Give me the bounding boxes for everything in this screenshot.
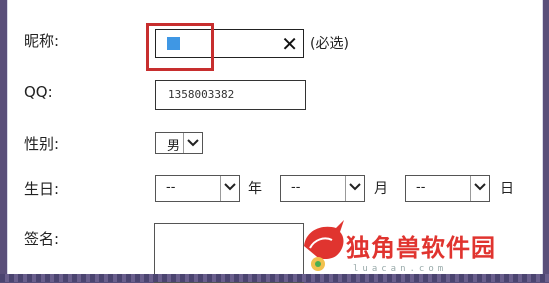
chevron-down-icon [183, 133, 202, 153]
year-select[interactable]: -- [155, 175, 240, 202]
bottom-border [0, 274, 549, 282]
birthday-label: 生日: [24, 180, 60, 198]
month-value: -- [291, 180, 301, 195]
nickname-hint: (必选) [310, 36, 349, 52]
signature-label: 签名: [24, 230, 60, 248]
watermark-title: 独角兽软件园 [346, 234, 496, 262]
unicorn-icon [304, 220, 344, 271]
gender-value: 男 [167, 139, 181, 154]
month-unit: 月 [374, 181, 388, 197]
month-select[interactable]: -- [280, 175, 365, 202]
watermark-url: luacan.com [353, 264, 448, 274]
watermark-logo: 独角兽软件园 luacan.com [296, 214, 549, 282]
chevron-down-icon [220, 176, 239, 201]
chevron-down-icon [470, 176, 489, 201]
chevron-down-icon [345, 176, 364, 201]
day-unit: 日 [500, 181, 514, 197]
qq-label: QQ: [24, 83, 53, 101]
day-value: -- [416, 180, 426, 195]
day-select[interactable]: -- [405, 175, 490, 202]
close-icon[interactable]: ✕ [281, 31, 298, 57]
gender-label: 性别: [24, 135, 60, 153]
qq-input[interactable]: 1358003382 [155, 80, 306, 110]
highlight-box [146, 23, 214, 71]
gender-select[interactable]: 男 [155, 132, 203, 154]
year-unit: 年 [248, 181, 262, 197]
nickname-label: 昵称: [24, 32, 60, 50]
year-value: -- [166, 180, 176, 195]
